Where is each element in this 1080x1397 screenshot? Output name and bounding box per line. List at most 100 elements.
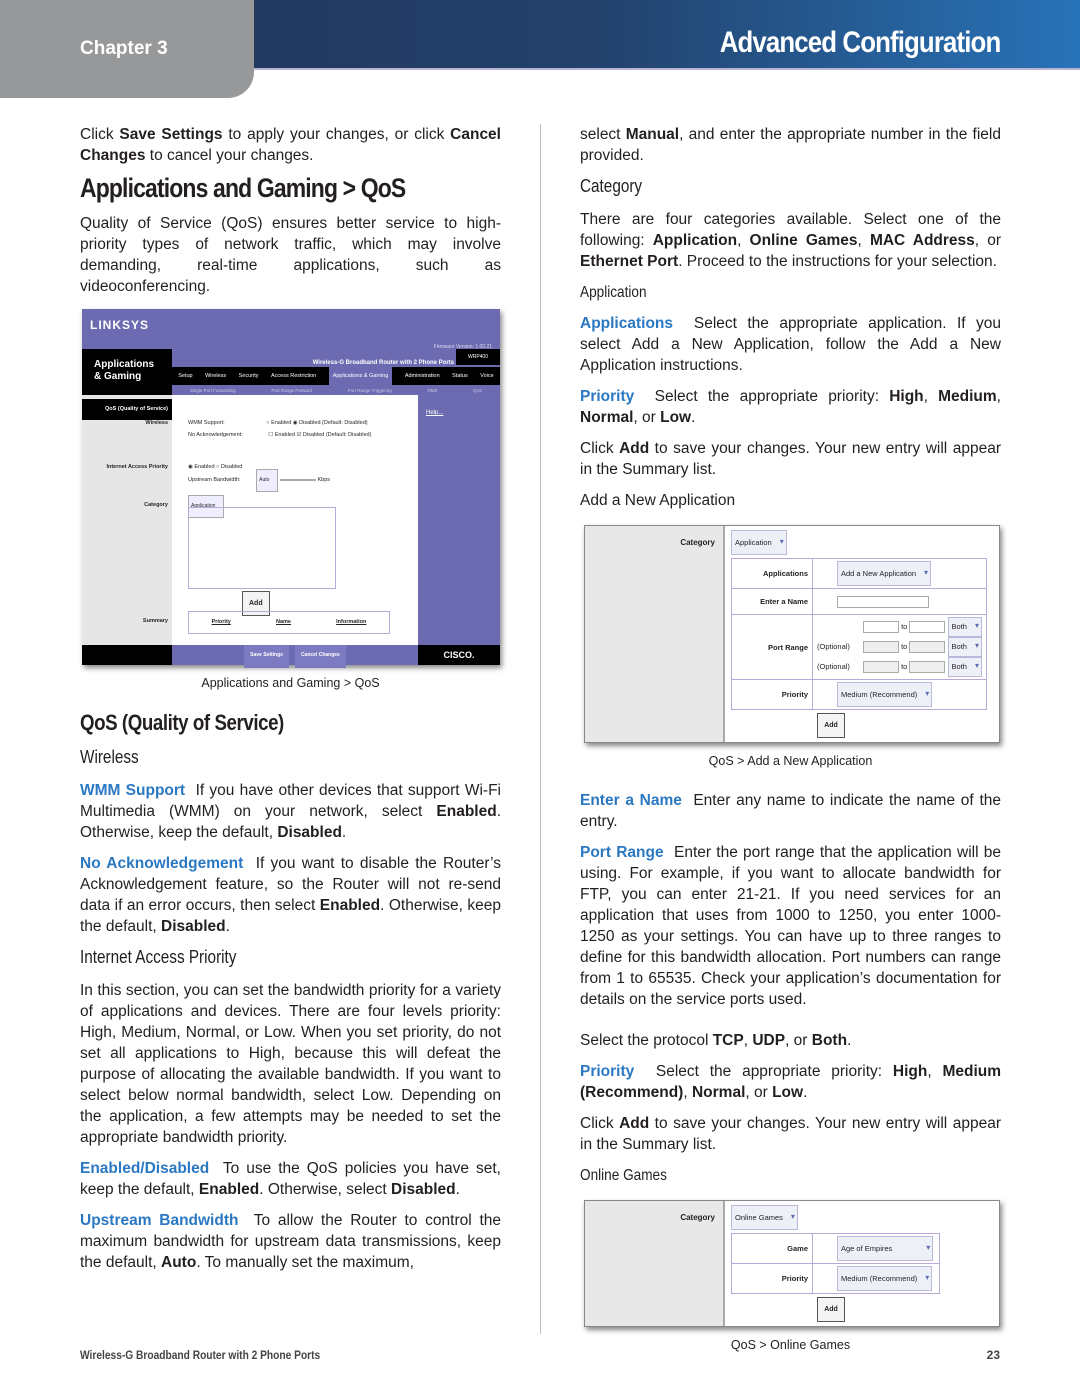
enter-name-paragraph: Enter a Name Enter any name to indicate …: [580, 790, 1001, 832]
applications-paragraph: Applications Select the appropriate appl…: [580, 313, 1001, 376]
text: Enter the port range that the applicatio…: [580, 844, 1001, 1008]
add-button[interactable]: Add: [817, 1297, 845, 1322]
priority-term: Priority: [580, 388, 635, 405]
bold: Online Games: [749, 232, 858, 249]
port-start-1[interactable]: [863, 621, 899, 634]
priority-select[interactable]: Medium (Recommend): [837, 1266, 933, 1291]
cancel-changes-button[interactable]: Cancel Changes: [294, 642, 346, 668]
bold: Enabled: [319, 897, 381, 914]
noack-disabled[interactable]: Disabled (Default: Disabled): [303, 432, 371, 438]
iap-heading: Internet Access Priority: [80, 947, 237, 967]
upstream-label: Upstream Bandwidth:: [188, 477, 241, 483]
tab-voice[interactable]: Voice: [480, 366, 493, 387]
bold: Enabled: [198, 1181, 260, 1198]
summary-col-priority: Priority: [211, 619, 231, 625]
page-heading: Applications and Gaming > QoS: [80, 173, 406, 203]
subtab-qos[interactable]: QoS: [473, 380, 482, 401]
section-title: Advanced Configuration: [719, 26, 1001, 59]
games-table: Game Age of Empires Priority Medium (Recom…: [731, 1233, 940, 1294]
upstream-term: Upstream Bandwidth: [80, 1212, 239, 1229]
text: Click: [580, 1115, 620, 1132]
upstream-input[interactable]: [279, 479, 316, 481]
applications-select[interactable]: Add a New Application: [837, 561, 932, 586]
summary-col-name: Name: [276, 619, 291, 625]
text: Click: [80, 126, 120, 143]
upstream-paragraph: Upstream Bandwidth To allow the Router t…: [80, 1210, 501, 1273]
bold: Disabled: [277, 824, 342, 841]
text: to apply your changes, or click: [222, 126, 451, 143]
to-label: to: [901, 642, 908, 651]
priority-label: Priority: [731, 1263, 813, 1294]
noack-paragraph: No Acknowledgement If you want to disabl…: [80, 855, 501, 935]
header-rule: [254, 68, 1080, 70]
protocol-paragraph: Select the protocol TCP, UDP, or Both.: [580, 1032, 852, 1049]
help-link[interactable]: Help...: [418, 395, 500, 645]
add-app-caption: QoS > Add a New Application: [708, 754, 873, 768]
protocol-select-1[interactable]: Both: [947, 617, 982, 637]
port-start-2[interactable]: [863, 641, 899, 654]
bold: Both: [811, 1032, 848, 1049]
figure-caption: Applications and Gaming > QoS: [201, 676, 380, 690]
add-app-table: Applications Add a New Application Enter …: [731, 558, 987, 710]
footer-product: Wireless-G Broadband Router with 2 Phone…: [80, 1348, 321, 1362]
online-games-caption: QoS > Online Games: [730, 1338, 851, 1352]
protocol-select-3[interactable]: Both: [947, 657, 982, 677]
cisco-logo: CISCO.: [418, 645, 500, 665]
protocol-select-2[interactable]: Both: [947, 637, 982, 657]
port-range-term: Port Range: [580, 844, 664, 861]
router-main: WMM Support: ○ Enabled ◉ Disabled (Defau…: [172, 395, 418, 645]
subtab-dmz[interactable]: DMZ: [428, 380, 438, 401]
port-end-1[interactable]: [909, 621, 946, 634]
section-label-line2: & Gaming: [94, 371, 142, 382]
wmm-paragraph: WMM Support If you have other devices th…: [80, 782, 501, 841]
save-settings-button[interactable]: Save Settings: [244, 642, 289, 668]
kbps-label: Kbps: [317, 477, 331, 483]
text: Click: [580, 440, 620, 457]
click-add2-paragraph: Click Add to save your changes. Your new…: [580, 1113, 1001, 1155]
priority-select[interactable]: Medium (Recommend): [837, 682, 933, 707]
summary-label: Summary: [142, 618, 168, 624]
priority2-paragraph: Priority Select the appropriate priority…: [580, 1063, 1001, 1101]
name-input[interactable]: [837, 596, 929, 609]
mini-app-table: [188, 507, 336, 589]
qos-heading: QoS (Quality of Service): [80, 710, 284, 735]
tab-security[interactable]: Security: [239, 366, 259, 387]
category-select[interactable]: Application: [731, 530, 787, 555]
port-start-3[interactable]: [863, 661, 899, 674]
noack-enabled[interactable]: Enabled: [275, 432, 295, 438]
tab-status[interactable]: Status: [452, 366, 468, 387]
bold: Normal: [691, 1084, 746, 1101]
text: Select the appropriate priority:: [655, 1063, 893, 1080]
port-end-2[interactable]: [909, 641, 946, 654]
upstream-select[interactable]: Auto: [256, 469, 279, 492]
bold: Medium: [938, 388, 997, 405]
bold: MAC Address: [869, 232, 975, 249]
priority-paragraph: Priority Select the appropriate priority…: [580, 388, 1001, 426]
enabled-disabled-term: Enabled/Disabled: [80, 1160, 210, 1177]
chapter-tab: Chapter 3: [0, 0, 254, 98]
bold: High: [892, 1063, 928, 1080]
port-range-label: Port Range: [731, 614, 813, 680]
category-label: Category: [144, 502, 168, 508]
game-label: Game: [731, 1233, 813, 1264]
bold: Application: [652, 232, 738, 249]
text: Select the appropriate priority:: [654, 388, 890, 405]
port-end-3[interactable]: [909, 661, 946, 674]
optional-label: (Optional): [817, 642, 850, 651]
application-heading: Application: [580, 284, 647, 301]
to-label: to: [901, 622, 908, 631]
router-labels: QoS (Quality of Service) Wireless Intern…: [82, 395, 172, 645]
category-label: Category: [585, 1201, 725, 1326]
qos-intro: Quality of Service (QoS) ensures better …: [80, 215, 501, 295]
category-paragraph: There are four categories available. Sel…: [580, 211, 1001, 270]
category-select[interactable]: Online Games: [731, 1205, 798, 1230]
bold: Normal: [580, 409, 634, 426]
intro-paragraph: Click Save Settings to apply your change…: [80, 124, 501, 166]
bold: UDP: [752, 1032, 786, 1049]
enter-name-term: Enter a Name: [580, 792, 682, 809]
game-select[interactable]: Age of Empires: [837, 1236, 934, 1261]
text: . Proceed to the instructions for your s…: [678, 253, 997, 270]
port-range-paragraph: Port Range Enter the port range that the…: [580, 842, 1001, 1010]
add-button[interactable]: Add: [817, 713, 845, 738]
summary-table: Priority Name Information: [188, 611, 390, 634]
